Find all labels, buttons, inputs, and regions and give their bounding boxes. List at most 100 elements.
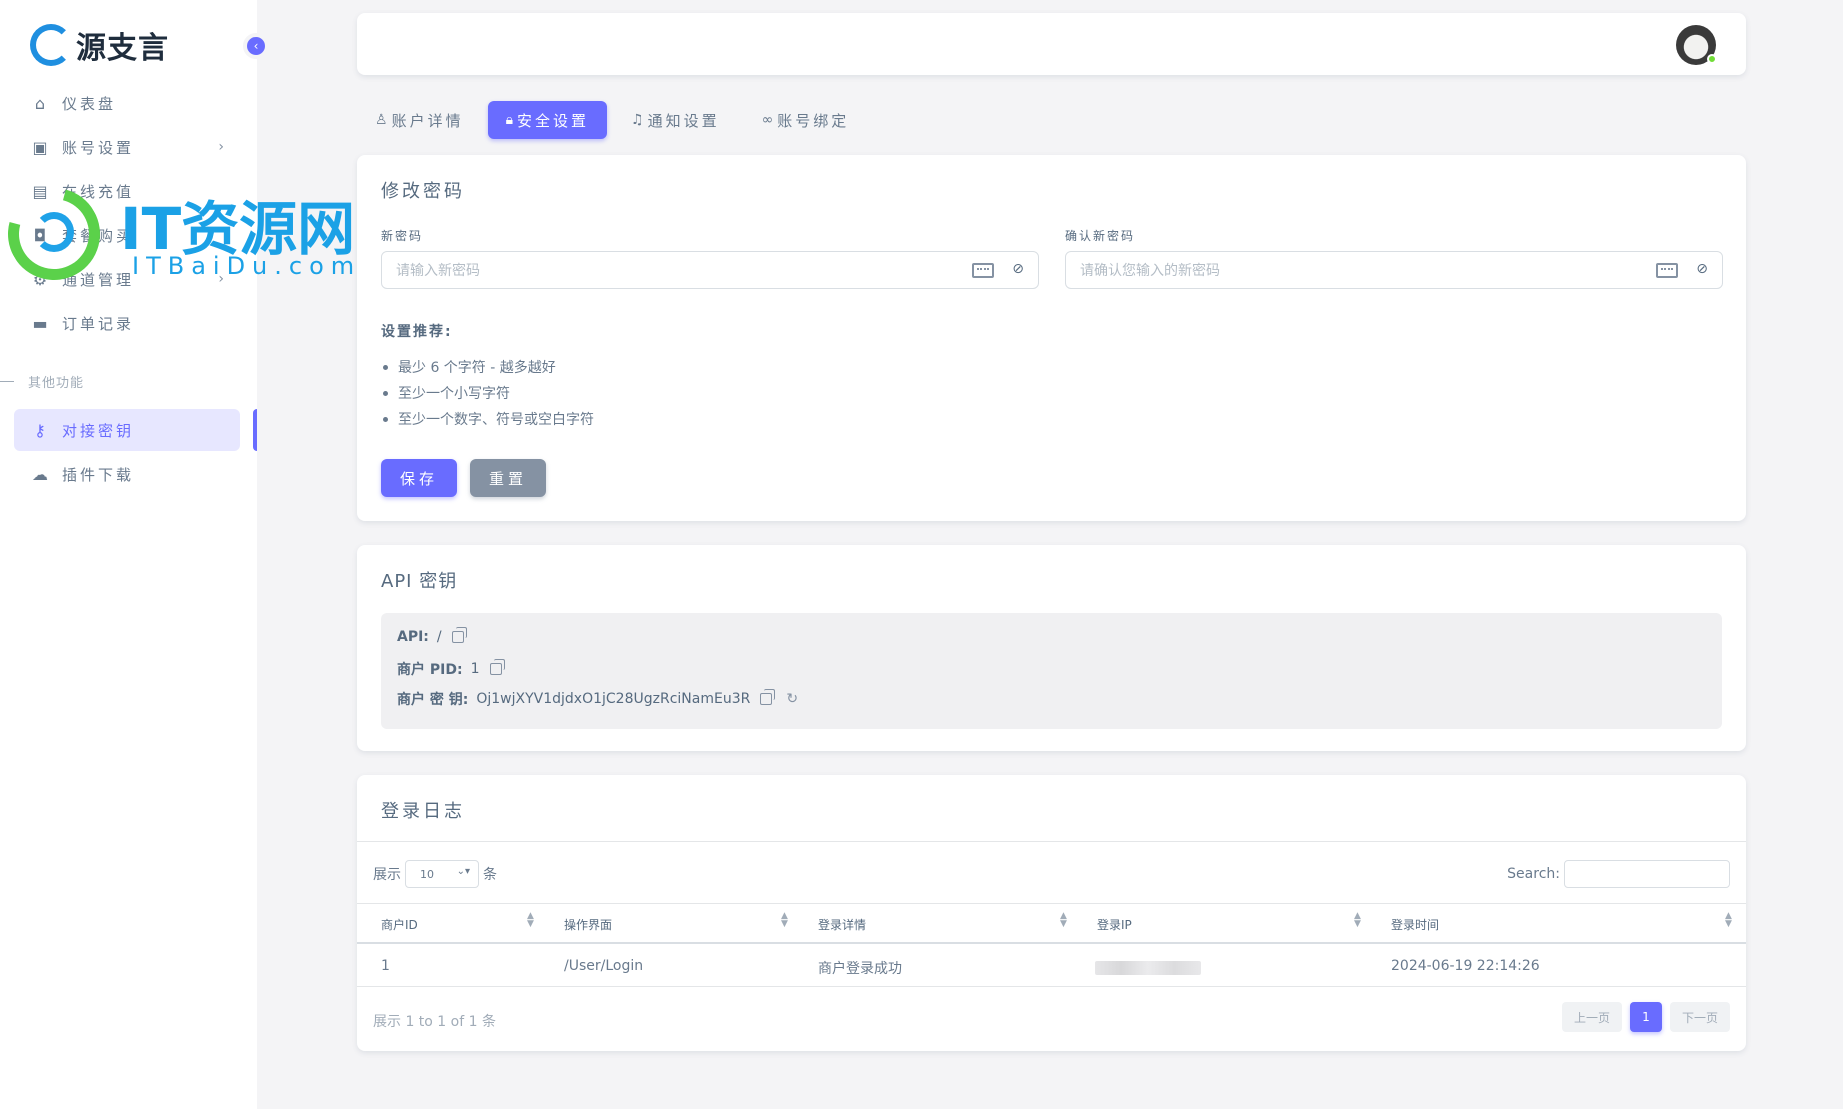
lock-icon: 🔒︎ (505, 112, 514, 128)
cell-time: 2024-06-19 22:14:26 (1391, 958, 1540, 974)
key-row: 商户 密 钥: Oj1wjXYV1djdxO1jC28UgzRciNamEu3R… (397, 689, 798, 709)
sort-icon[interactable]: ▲ ▼ (1060, 912, 1067, 929)
chevron-down-icon: ⌄▾ (456, 866, 470, 877)
login-log-card: 登录日志 展示 10 ⌄▾ 条 Search: 商户ID 操作界面 登录详情 登… (357, 775, 1746, 1051)
brand-logo[interactable]: 源支言 (30, 24, 169, 66)
settings-tabs: ♙ 账户详情 🔒︎ 安全设置 ♫ 通知设置 ∞ 账号绑定 (357, 101, 867, 139)
sidebar-item-orders[interactable]: ▬ 订单记录 (14, 302, 240, 344)
bell-icon: ♫ (631, 112, 644, 128)
sidebar-item-dashboard[interactable]: ⌂ 仪表盘 (14, 82, 240, 124)
column-header-page[interactable]: 操作界面 (564, 916, 612, 933)
sort-icon[interactable]: ▲ ▼ (527, 912, 534, 929)
list-item: 至少一个小写字符 (381, 380, 594, 406)
length-suffix: 条 (483, 867, 497, 883)
page-length-value: 10 (420, 867, 434, 881)
confirm-password-label: 确认新密码 (1065, 229, 1136, 243)
api-info-box: API: / 商户 PID: 1 商户 密 钥: Oj1wjXYV1djdxO1… (381, 613, 1722, 729)
reset-button[interactable]: 重置 (470, 459, 546, 497)
top-navbar (357, 13, 1746, 75)
tab-label: 账户详情 (391, 111, 464, 130)
divider (357, 841, 1746, 842)
sidebar-item-label: 仪表盘 (62, 94, 117, 113)
sidebar-item-plugins[interactable]: ☁ 插件下载 (14, 453, 240, 495)
divider (357, 903, 1746, 904)
recommend-list: 最少 6 个字符 - 越多越好 至少一个小写字符 至少一个数字、符号或空白字符 (381, 354, 594, 432)
confirm-password-field[interactable]: 请确认您输入的新密码 ⊘ (1065, 251, 1723, 289)
new-password-field[interactable]: 请输入新密码 ⊘ (381, 251, 1039, 289)
length-prefix: 展示 (373, 867, 401, 883)
cell-merchant-id: 1 (381, 958, 390, 974)
column-header-ip[interactable]: 登录IP (1097, 916, 1132, 933)
tab-account-details[interactable]: ♙ 账户详情 (357, 101, 482, 139)
card-title: API 密钥 (381, 571, 458, 592)
key-icon: ⚷ (34, 420, 46, 440)
logo-text: 源支言 (76, 31, 169, 66)
api-value: / (436, 629, 442, 645)
change-password-card: 修改密码 新密码 请输入新密码 ⊘ 确认新密码 请确认您输入的新密码 ⊘ 设置推… (357, 155, 1746, 521)
tab-label: 安全设置 (517, 111, 590, 130)
copy-icon[interactable] (489, 659, 505, 675)
sort-icon[interactable]: ▲ ▼ (1725, 912, 1732, 929)
divider (357, 942, 1746, 944)
menu-header-dash (0, 381, 14, 382)
page-length-control: 展示 10 ⌄▾ 条 (373, 860, 497, 888)
cloud-download-icon: ☁ (32, 464, 48, 484)
page-button-current[interactable]: 1 (1629, 1002, 1662, 1032)
confirm-password-placeholder: 请确认您输入的新密码 (1080, 263, 1220, 279)
search-input[interactable] (1564, 860, 1730, 888)
tab-label: 账号绑定 (777, 111, 850, 130)
copy-icon[interactable] (451, 627, 467, 643)
keyboard-icon[interactable] (1656, 263, 1678, 278)
copy-icon[interactable] (760, 689, 776, 705)
cell-detail: 商户登录成功 (818, 961, 902, 977)
divider (357, 986, 1746, 987)
chevron-left-icon: ‹ (253, 39, 259, 53)
table-info: 展示 1 to 1 of 1 条 (373, 1014, 496, 1030)
sidebar-item-label: 账号设置 (62, 138, 135, 157)
online-status-dot (1707, 54, 1717, 64)
avatar[interactable] (1676, 25, 1717, 65)
prev-page-button[interactable]: 上一页 (1561, 1002, 1622, 1032)
sidebar-item-label: 对接密钥 (62, 421, 135, 440)
sidebar-item-label: 订单记录 (62, 314, 135, 333)
column-header-detail[interactable]: 登录详情 (818, 916, 866, 933)
watermark-subtitle: ITBaiDu.com (132, 252, 362, 280)
api-key-card: API 密钥 API: / 商户 PID: 1 商户 密 钥: Oj1wjXYV… (357, 545, 1746, 751)
tab-notifications[interactable]: ♫ 通知设置 (613, 101, 738, 139)
new-password-placeholder: 请输入新密码 (396, 263, 480, 279)
next-page-button[interactable]: 下一页 (1669, 1002, 1730, 1032)
tab-label: 通知设置 (647, 111, 720, 130)
active-indicator (253, 409, 257, 451)
watermark-inner-ring-icon (34, 212, 74, 252)
recommend-title: 设置推荐: (381, 324, 453, 340)
eye-off-icon[interactable]: ⊘ (1696, 261, 1708, 277)
sidebar-collapse-button[interactable]: ‹ (243, 33, 269, 59)
api-row: API: / (397, 627, 467, 645)
sidebar-item-label: 插件下载 (62, 465, 135, 484)
tab-security[interactable]: 🔒︎ 安全设置 (487, 101, 608, 139)
tab-account-binding[interactable]: ∞ 账号绑定 (744, 101, 868, 139)
card-title: 登录日志 (381, 801, 465, 822)
save-button[interactable]: 保存 (381, 459, 457, 497)
eye-off-icon[interactable]: ⊘ (1012, 261, 1024, 277)
page-length-select[interactable]: 10 ⌄▾ (405, 860, 479, 888)
list-item: 至少一个数字、符号或空白字符 (381, 406, 594, 432)
api-label: API: (397, 629, 429, 645)
sidebar-item-api-keys[interactable]: ⚷ 对接密钥 (14, 409, 240, 451)
list-item: 最少 6 个字符 - 越多越好 (381, 354, 594, 380)
sidebar-item-account-settings[interactable]: ▣ 账号设置 › (14, 126, 240, 168)
sort-icon[interactable]: ▲ ▼ (781, 912, 788, 929)
pid-value: 1 (470, 661, 480, 677)
key-label: 商户 密 钥: (397, 692, 469, 708)
pid-label: 商户 PID: (397, 662, 463, 678)
card-title: 修改密码 (381, 181, 465, 202)
chevron-right-icon: › (218, 139, 224, 155)
keyboard-icon[interactable] (972, 263, 994, 278)
column-header-merchant-id[interactable]: 商户ID (381, 916, 418, 933)
pid-row: 商户 PID: 1 (397, 659, 505, 679)
new-password-label: 新密码 (381, 229, 424, 243)
column-header-time[interactable]: 登录时间 (1391, 916, 1439, 933)
sort-icon[interactable]: ▲ ▼ (1354, 912, 1361, 929)
home-icon: ⌂ (34, 93, 46, 113)
refresh-icon[interactable]: ↻ (786, 691, 798, 707)
